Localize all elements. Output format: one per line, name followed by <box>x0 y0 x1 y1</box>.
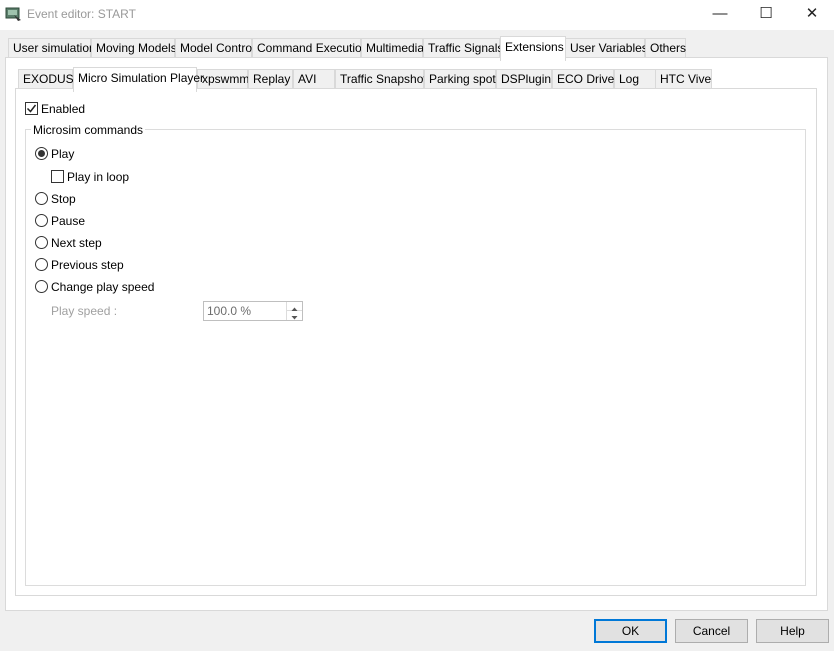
change-play-speed-label[interactable]: Change play speed <box>51 280 154 294</box>
spin-down-button[interactable] <box>287 311 302 320</box>
change-play-speed-radio[interactable] <box>35 280 48 293</box>
play-label[interactable]: Play <box>51 147 74 161</box>
play-speed-spinner[interactable]: 100.0 % <box>203 301 303 321</box>
pause-label[interactable]: Pause <box>51 214 85 228</box>
tab-extensions[interactable]: Extensions <box>500 36 566 61</box>
stop-radio[interactable] <box>35 192 48 205</box>
app-icon <box>5 7 21 21</box>
radio-selected-dot <box>38 150 45 157</box>
spin-up-button[interactable] <box>287 302 302 311</box>
cancel-button[interactable]: Cancel <box>675 619 748 643</box>
previous-step-label[interactable]: Previous step <box>51 258 124 272</box>
play-radio[interactable] <box>35 147 48 160</box>
stop-label[interactable]: Stop <box>51 192 76 206</box>
title-bar: Event editor: START — ☐ ✕ <box>0 0 834 30</box>
play-in-loop-label[interactable]: Play in loop <box>67 170 129 184</box>
tab-micro-simulation-player[interactable]: Micro Simulation Player <box>73 67 204 92</box>
next-step-label[interactable]: Next step <box>51 236 102 250</box>
play-speed-label: Play speed : <box>51 304 118 318</box>
ok-button[interactable]: OK <box>594 619 667 643</box>
checkmark-icon <box>26 104 37 113</box>
arrow-down-icon <box>291 316 298 320</box>
enabled-checkbox[interactable] <box>25 102 38 115</box>
previous-step-radio[interactable] <box>35 258 48 271</box>
maximize-button[interactable]: ☐ <box>743 0 789 30</box>
microsim-commands-group <box>25 129 806 586</box>
minimize-button[interactable]: — <box>697 0 743 30</box>
enabled-label[interactable]: Enabled <box>41 102 85 116</box>
next-step-radio[interactable] <box>35 236 48 249</box>
pause-radio[interactable] <box>35 214 48 227</box>
window-title: Event editor: START <box>27 7 136 21</box>
play-in-loop-checkbox[interactable] <box>51 170 64 183</box>
microsim-commands-title: Microsim commands <box>31 123 146 137</box>
help-button[interactable]: Help <box>756 619 829 643</box>
close-button[interactable]: ✕ <box>789 0 834 30</box>
play-speed-value: 100.0 % <box>207 304 252 318</box>
